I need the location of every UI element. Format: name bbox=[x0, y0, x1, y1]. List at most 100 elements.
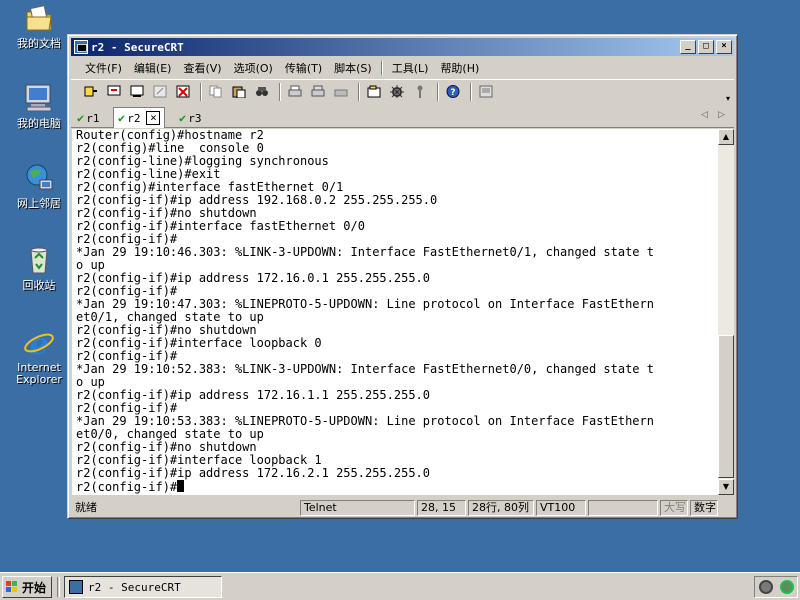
connected-check-icon: ✔ bbox=[118, 111, 126, 125]
close-button[interactable]: × bbox=[716, 40, 732, 54]
desktop-icon-recycle-bin[interactable]: 回收站 bbox=[8, 244, 70, 292]
tab-scroll-right-button[interactable]: ▷ bbox=[718, 110, 725, 120]
menu-edit[interactable]: 编辑(E) bbox=[128, 60, 178, 76]
menu-transfer[interactable]: 传输(T) bbox=[279, 60, 328, 76]
internet-explorer-icon: e bbox=[23, 326, 55, 362]
desktop-icon-label: 我的电脑 bbox=[17, 117, 61, 130]
svg-text:?: ? bbox=[450, 88, 455, 98]
paste-button[interactable] bbox=[229, 82, 249, 102]
disconnect-button[interactable] bbox=[173, 82, 193, 102]
scroll-down-button[interactable]: ▼ bbox=[718, 479, 734, 495]
toolbar-separator bbox=[437, 82, 439, 101]
start-button[interactable]: 开始 bbox=[2, 576, 52, 598]
system-tray bbox=[754, 576, 798, 598]
desktop-icon-my-documents[interactable]: 我的文档 bbox=[8, 2, 70, 50]
help-icon: ? bbox=[446, 84, 460, 98]
status-bar: 就绪 Telnet 28, 15 28行, 80列 VT100 大写 数字 bbox=[71, 499, 734, 517]
menu-separator bbox=[380, 60, 383, 75]
taskbar-item-label: r2 - SecureCRT bbox=[88, 580, 181, 594]
tab-r2[interactable]: ✔ r2 × bbox=[113, 107, 166, 128]
status-protocol: Telnet bbox=[300, 500, 415, 516]
terminal-scrollbar[interactable]: ▲ ▼ bbox=[718, 129, 734, 495]
key-icon bbox=[413, 85, 427, 98]
binoculars-icon bbox=[255, 85, 269, 98]
global-options-button[interactable] bbox=[387, 82, 407, 102]
tab-close-button[interactable]: × bbox=[146, 111, 161, 125]
status-blank bbox=[588, 500, 658, 516]
tab-label: r3 bbox=[188, 111, 202, 125]
toolbar-separator bbox=[470, 82, 472, 101]
menu-help[interactable]: 帮助(H) bbox=[434, 60, 485, 76]
taskbar-item-securecrt[interactable]: r2 - SecureCRT bbox=[64, 576, 222, 598]
terminal-prompt-line: r2(config-if)# bbox=[76, 480, 718, 494]
connect-icon bbox=[84, 85, 98, 98]
print-setup-button[interactable] bbox=[331, 82, 351, 102]
taskbar-separator bbox=[57, 577, 60, 597]
menu-tools[interactable]: 工具(L) bbox=[386, 60, 435, 76]
toolbar-separator bbox=[279, 82, 281, 101]
help-button[interactable]: ? bbox=[443, 82, 463, 102]
toolbar-chevron-icon[interactable]: ▾ bbox=[726, 94, 730, 103]
desktop-icon-label: 网上邻居 bbox=[17, 197, 61, 210]
terminal-prompt: r2(config-if)# bbox=[76, 480, 178, 494]
print-selection-button[interactable] bbox=[308, 82, 328, 102]
terminal-line: *Jan 29 19:10:52.383: %LINK-3-UPDOWN: In… bbox=[76, 362, 654, 376]
tab-r3[interactable]: ✔ r3 bbox=[179, 109, 201, 127]
find-button[interactable] bbox=[252, 82, 272, 102]
toolbar-separator bbox=[358, 82, 360, 101]
session-options-button[interactable] bbox=[364, 82, 384, 102]
menu-file[interactable]: 文件(F) bbox=[79, 60, 128, 76]
session-options-icon bbox=[367, 85, 381, 98]
windows-logo-icon bbox=[5, 580, 19, 594]
status-emulation: VT100 bbox=[536, 500, 586, 516]
copy-button[interactable] bbox=[206, 82, 226, 102]
keymap-button[interactable] bbox=[410, 82, 430, 102]
reconnect-button[interactable] bbox=[150, 82, 170, 102]
tab-label: r1 bbox=[86, 111, 100, 125]
terminal-line: r2(config-if)#ip address 172.16.2.1 255.… bbox=[76, 466, 431, 480]
tab-label: r2 bbox=[127, 111, 141, 125]
desktop-icon-my-computer[interactable]: 我的电脑 bbox=[8, 82, 70, 130]
copy-icon bbox=[209, 85, 223, 98]
printer-icon bbox=[334, 85, 348, 98]
print-selection-icon bbox=[311, 85, 325, 98]
tab-r1[interactable]: ✔ r1 bbox=[77, 109, 99, 127]
securecrt-app-icon[interactable] bbox=[74, 40, 88, 54]
terminal-cursor bbox=[177, 480, 185, 492]
quick-connect-button[interactable] bbox=[104, 82, 124, 102]
tray-network-icon[interactable] bbox=[779, 580, 794, 594]
title-bar[interactable]: r2 - SecureCRT _ □ × bbox=[71, 38, 734, 56]
svg-text:e: e bbox=[29, 327, 48, 358]
desktop-icon-network[interactable]: 网上邻居 bbox=[8, 162, 70, 210]
desktop-icon-label: Internet Explorer bbox=[16, 361, 62, 386]
about-button[interactable] bbox=[476, 82, 496, 102]
recycle-bin-icon bbox=[23, 244, 55, 276]
quick-connect-icon bbox=[107, 85, 121, 98]
maximize-button[interactable]: □ bbox=[698, 40, 714, 54]
tray-volume-icon[interactable] bbox=[758, 580, 773, 594]
menu-bar: 文件(F) 编辑(E) 查看(V) 选项(O) 传输(T) 脚本(S) 工具(L… bbox=[71, 58, 734, 77]
toolbar-separator bbox=[200, 82, 202, 101]
connected-check-icon: ✔ bbox=[77, 111, 85, 125]
session-tab-bar: ✔ r1 ✔ r2 × ✔ r3 ◁ ▷ bbox=[71, 106, 734, 128]
my-documents-icon bbox=[23, 2, 55, 34]
connect-button[interactable] bbox=[81, 82, 101, 102]
window-icon bbox=[479, 85, 493, 98]
terminal-output[interactable]: Router(config)#hostname r2 r2(config)#li… bbox=[72, 129, 718, 495]
desktop-icon-internet-explorer[interactable]: e Internet Explorer bbox=[8, 326, 70, 386]
reconnect-icon bbox=[153, 85, 167, 98]
menu-script[interactable]: 脚本(S) bbox=[328, 60, 378, 76]
connected-check-icon: ✔ bbox=[179, 111, 187, 125]
connect-tab-button[interactable] bbox=[127, 82, 147, 102]
window-title: r2 - SecureCRT bbox=[91, 40, 184, 54]
network-icon bbox=[23, 162, 55, 194]
tab-scroll-left-button[interactable]: ◁ bbox=[701, 110, 708, 120]
taskbar: 开始 r2 - SecureCRT bbox=[0, 572, 800, 600]
minimize-button[interactable]: _ bbox=[680, 40, 696, 54]
print-button[interactable] bbox=[285, 82, 305, 102]
scrollbar-thumb[interactable] bbox=[718, 335, 734, 478]
scroll-up-button[interactable]: ▲ bbox=[718, 129, 734, 145]
menu-view[interactable]: 查看(V) bbox=[177, 60, 227, 76]
terminal-line: *Jan 29 19:10:46.303: %LINK-3-UPDOWN: In… bbox=[76, 245, 654, 259]
menu-options[interactable]: 选项(O) bbox=[228, 60, 279, 76]
